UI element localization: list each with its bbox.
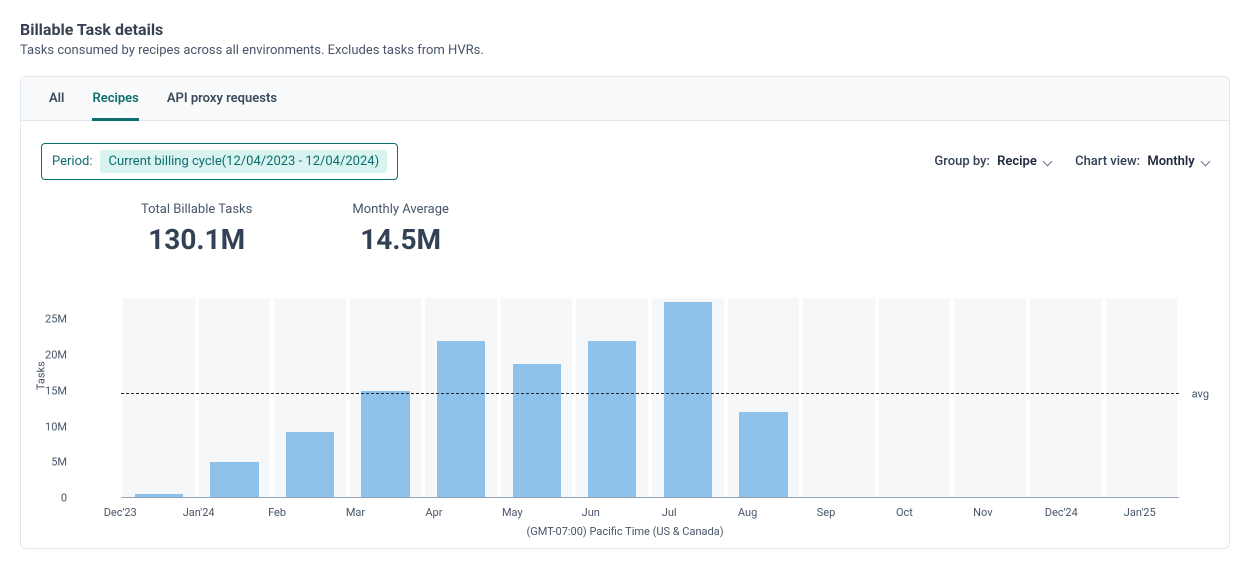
- metric-total-billable: Total Billable Tasks 130.1M: [141, 202, 252, 256]
- chevron-down-icon: [1201, 157, 1211, 167]
- chart-column-bg: [954, 298, 1026, 498]
- chart-bar[interactable]: [739, 412, 787, 498]
- chart-bar[interactable]: [210, 462, 258, 498]
- chart-column: [121, 298, 197, 498]
- x-tick-label: Nov: [944, 498, 1022, 519]
- x-tick-label: Jun: [552, 498, 630, 519]
- chart-column: [348, 298, 424, 498]
- timezone-note: (GMT-07:00) Pacific Time (US & Canada): [41, 525, 1209, 538]
- chart-bar[interactable]: [588, 341, 636, 498]
- metric-avg-value: 14.5M: [352, 223, 449, 256]
- period-value: Current billing cycle(12/04/2023 - 12/04…: [100, 150, 387, 173]
- metric-avg-label: Monthly Average: [352, 202, 449, 217]
- chart-column: [726, 298, 802, 498]
- group-by-label: Group by:: [934, 154, 989, 169]
- chart-view-selector[interactable]: Chart view: Monthly: [1075, 154, 1209, 169]
- chart-column-bg: [123, 298, 195, 498]
- chart-bar[interactable]: [513, 364, 561, 498]
- x-tick-label: Jan'25: [1100, 498, 1178, 519]
- chart-view-value: Monthly: [1147, 154, 1194, 169]
- x-tick-label: Sep: [787, 498, 865, 519]
- chart-column-bg: [879, 298, 951, 498]
- chart-bar[interactable]: [361, 391, 409, 498]
- chart-column: [1104, 298, 1180, 498]
- group-by-value: Recipe: [997, 154, 1037, 169]
- metric-total-label: Total Billable Tasks: [141, 202, 252, 217]
- chart-bar[interactable]: [286, 432, 334, 498]
- chart-column: [423, 298, 499, 498]
- page-title: Billable Task details: [20, 20, 1230, 39]
- page-subtitle: Tasks consumed by recipes across all env…: [20, 43, 1230, 58]
- metric-monthly-avg: Monthly Average 14.5M: [352, 202, 449, 256]
- chart-column: [1028, 298, 1104, 498]
- x-axis-labels: Dec'23Jan'24FebMarAprMayJunJulAugSepOctN…: [81, 498, 1179, 519]
- period-selector[interactable]: Period: Current billing cycle(12/04/2023…: [41, 143, 398, 180]
- x-tick-label: Apr: [395, 498, 473, 519]
- y-tick-label: 20M: [45, 349, 67, 362]
- chart-view-label: Chart view:: [1075, 154, 1140, 169]
- y-tick-label: 25M: [45, 313, 67, 326]
- x-tick-label: Dec'24: [1022, 498, 1100, 519]
- average-line: avg: [121, 393, 1179, 394]
- billable-tasks-panel: All Recipes API proxy requests Period: C…: [20, 76, 1230, 549]
- y-tick-label: 15M: [45, 384, 67, 397]
- chevron-down-icon: [1043, 157, 1053, 167]
- chart-column: [272, 298, 348, 498]
- chart-column-bg: [803, 298, 875, 498]
- chart-column-bg: [1030, 298, 1102, 498]
- x-tick-label: May: [473, 498, 551, 519]
- metric-total-value: 130.1M: [141, 223, 252, 256]
- chart-column: [574, 298, 650, 498]
- x-tick-label: Jul: [630, 498, 708, 519]
- tab-all[interactable]: All: [49, 77, 64, 121]
- period-label: Period:: [52, 154, 92, 169]
- x-tick-label: Jan'24: [159, 498, 237, 519]
- chart-column: [650, 298, 726, 498]
- chart-column: [952, 298, 1028, 498]
- y-tick-label: 5M: [51, 456, 67, 469]
- chart-bar[interactable]: [437, 341, 485, 498]
- chart-plot: [121, 298, 1179, 498]
- y-tick-label: 0: [61, 492, 67, 505]
- y-tick-label: 10M: [45, 420, 67, 433]
- average-line-label: avg: [1192, 388, 1209, 401]
- metrics-row: Total Billable Tasks 130.1M Monthly Aver…: [21, 190, 1229, 268]
- controls-row: Period: Current billing cycle(12/04/2023…: [21, 121, 1229, 190]
- tab-recipes[interactable]: Recipes: [92, 77, 138, 121]
- chart-column: [877, 298, 953, 498]
- chart-column: [197, 298, 273, 498]
- chart-bar[interactable]: [664, 302, 712, 498]
- x-tick-label: Mar: [316, 498, 394, 519]
- x-tick-label: Aug: [708, 498, 786, 519]
- chart-column: [499, 298, 575, 498]
- group-by-selector[interactable]: Group by: Recipe: [934, 154, 1051, 169]
- y-axis-ticks: 05M10M15M20M25M: [71, 298, 81, 498]
- tabs: All Recipes API proxy requests: [21, 77, 1229, 121]
- x-tick-label: Feb: [238, 498, 316, 519]
- tab-api-proxy[interactable]: API proxy requests: [167, 77, 277, 121]
- baseline: [121, 497, 1179, 498]
- x-tick-label: Dec'23: [81, 498, 159, 519]
- x-tick-label: Oct: [865, 498, 943, 519]
- chart-column-bg: [1106, 298, 1178, 498]
- right-controls: Group by: Recipe Chart view: Monthly: [934, 154, 1209, 169]
- chart-column: [801, 298, 877, 498]
- bar-chart: Tasks 05M10M15M20M25M avg: [81, 298, 1179, 498]
- chart-area: Tasks 05M10M15M20M25M avg Dec'23Jan'24Fe…: [21, 298, 1229, 548]
